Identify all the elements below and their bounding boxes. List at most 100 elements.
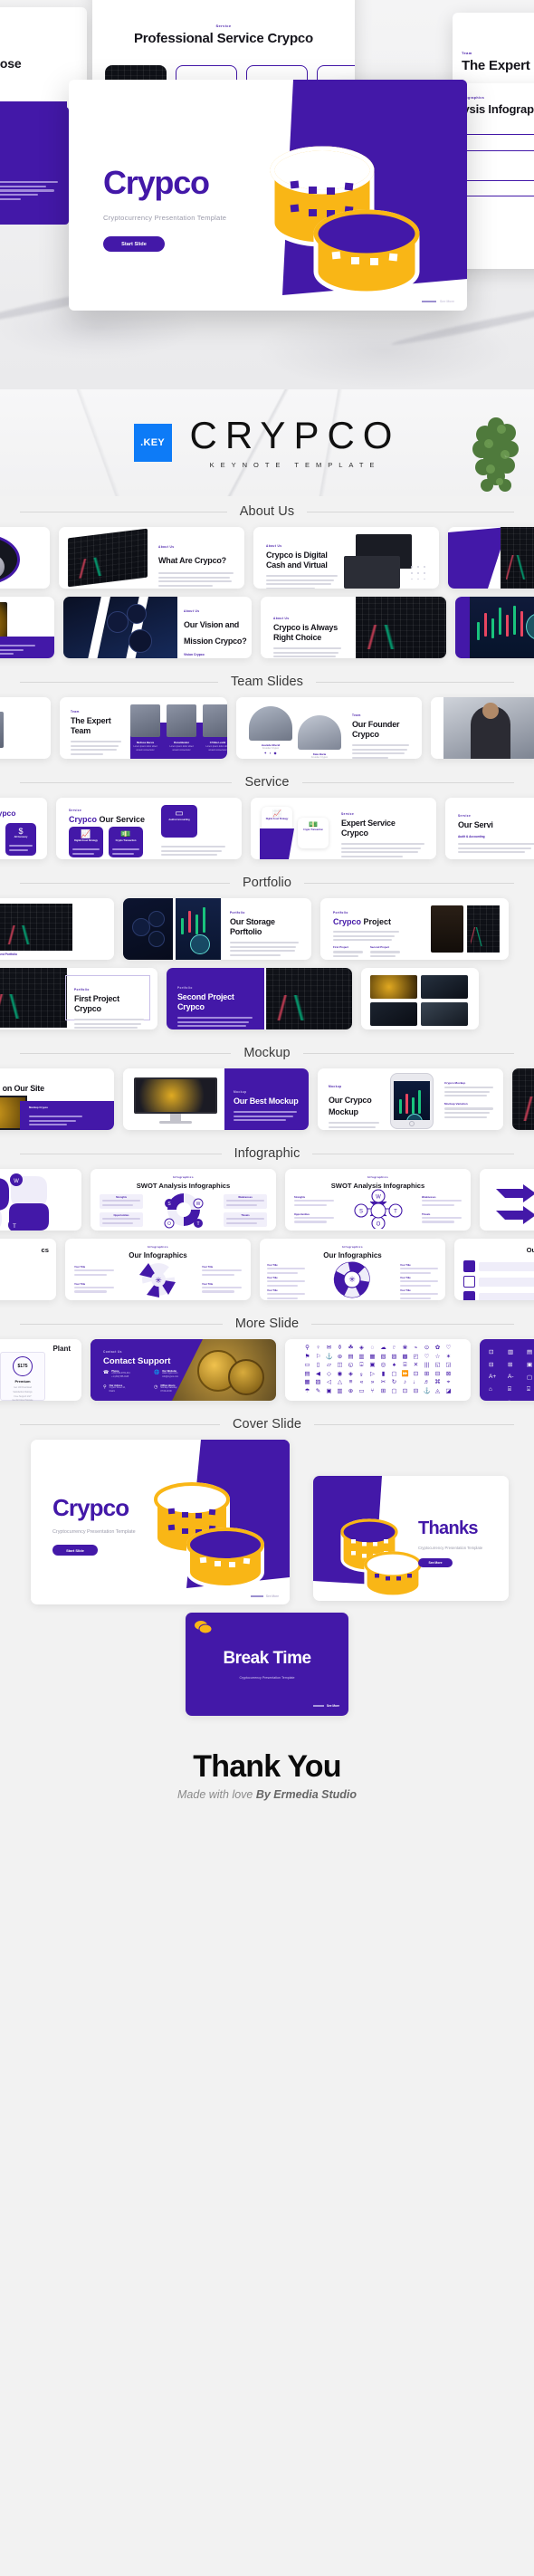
slide-team-member[interactable]: Hobbert Lefian Marketing Officer [0,697,51,759]
icon: ▤ [527,1349,533,1355]
slide-eyebrow: Portfolio [177,986,193,990]
clock-icon: ◷ [154,1384,158,1391]
slide-cover-main[interactable]: Crypco Cryptocurrency Presentation Templ… [31,1440,290,1604]
slide-vision-mission[interactable]: About Us Our Vision and Mission Crypco? … [63,597,252,658]
slide-title: Our Servi [458,820,493,829]
start-slide-button[interactable]: Start Slide [52,1545,98,1556]
slide-hex-left[interactable]: cs W T [0,1239,56,1300]
icon: ⊟ [434,1370,441,1377]
radial-icon-chart: ✳ [333,1261,370,1298]
icon: ⊙ [424,1345,430,1351]
svg-text:T: T [13,1224,16,1230]
slide-portfolio-grid[interactable] [361,968,479,1029]
phone-icon: ☎ [103,1370,110,1375]
slide-pricing-plan[interactable]: Plant $175 Premium Get 100 Download Sati… [0,1339,81,1401]
slide-crypco-digital-cash[interactable]: About Us Crypco is Digital Cash and Virt… [253,527,439,589]
slide-our-service-right[interactable]: Service Our Servi Audit & Accounting [445,798,534,859]
pin-icon: ⚲ [103,1384,107,1391]
svg-text:S: S [359,1210,363,1215]
slide-mockup-right[interactable] [512,1068,534,1130]
slide-icon-bubbles[interactable]: S W O T [0,1169,81,1231]
slide-trading-on-our-site[interactable]: Mockup rading on Our Site Mockup Crypco [0,1068,114,1130]
slide-eyebrow: Infographics [367,1175,388,1179]
slide-break-time[interactable]: Break Time Cryptocurrency Presentation T… [186,1613,348,1716]
divider-right [304,882,514,884]
icon: ▣ [326,1387,332,1394]
slide-what-are-crypco[interactable]: About Us What Are Crypco? [59,527,244,589]
slide-our-storage-portfolio[interactable]: Portfolio Our Storage Porftolio [123,898,311,960]
icon: A+ [489,1374,497,1380]
slide-crypco-project[interactable]: Portfolio Crypco Project First Project S… [320,898,509,960]
contact-value: Monday-Saturday 07:00-19:00 [160,1387,177,1393]
slide-arrow-right[interactable]: SW [480,1169,534,1231]
col-heading-1: First Project [333,945,348,950]
slide-icon-pack-purple[interactable]: ⊡▥▤◫▦ ⊟⊞▣◰◱ A+A-▢▨◉ ⌂⌸⌺◈◇ ▭▯▱◎◌ ◀▶⏸⏹⏺ [480,1339,534,1401]
section-header-portfolio: Portfolio [0,867,534,898]
slide-cover-thanks[interactable]: Thanks Cryptocurrency Presentation Templ… [313,1476,509,1601]
growth-icon: 📈 [272,809,281,818]
icon: ⌸ [403,1362,407,1368]
info-label: Your Title [202,1282,214,1286]
slide-icon-pack[interactable]: ⚲ ♀ ✉ ⚱ ☘ ◈ ◌ ☁ ♇ ❀ ⌁ ⊙ ✿ ♡ ⚑ ⚐ ⚓ ⊛ ▤ ▥ ▦ ▧ ▨ ▩ ◰ ♡ ☆ ✶ ▭ ▯ ▱ ◫ ◵ ⌺ ▣ ◎ ♠ ⌸… [285,1339,471,1401]
hero-cover-slide[interactable]: Crypco Cryptocurrency Presentation Templ… [69,80,467,311]
slide-second-project[interactable]: Portfolio Second Project Crypco [167,968,352,1029]
section-header-mockup: Mockup [0,1038,534,1068]
icon: ◵ [348,1362,354,1368]
see-more-label[interactable]: See More [266,1594,279,1598]
start-slide-button[interactable]: Start Slide [103,236,165,252]
divider-right [311,1323,514,1325]
see-more-button[interactable]: See More [418,1558,453,1567]
slide-swot-nodes[interactable]: Infographics SWOT Analysis Infographics … [285,1169,471,1231]
slide-speech-list[interactable]: Our In [454,1239,534,1300]
slide-our-best-mockup[interactable]: Mockup Our Best Mockup [123,1068,309,1130]
page-footer: Thank You Made with love By Ermedia Stud… [0,1724,534,1801]
slide-about-candles[interactable] [455,597,534,658]
slide-swot-donut[interactable]: Infographics SWOT Analysis Infographics … [91,1169,276,1231]
icon: ⊡ [489,1349,494,1355]
slide-about-purple-edge[interactable] [448,527,534,589]
icon: ▨ [315,1379,321,1385]
slide-title: Our Service [99,815,146,824]
slide-title-highlight: Crypco [341,828,368,838]
section-label: About Us [239,504,295,519]
slide-about-gold[interactable] [0,597,54,658]
icon: A- [508,1374,514,1380]
icon: ♀ [316,1345,320,1351]
slide-always-right-choice[interactable]: About Us Crypco is Always Right Choice [261,597,446,658]
swot-label: Weaknesses [422,1196,436,1199]
slide-radial-icons-infographics[interactable]: Infographics Our Infographics Your Title… [260,1239,445,1300]
slide-title: Crypco is Digital Cash and Virtual [266,551,328,570]
slide-expert-team[interactable]: Team The Expert Team Melissa Becca Lorem… [60,697,227,759]
see-more-label[interactable]: See More [327,1704,339,1708]
slide-portfolio-left[interactable]: od Best Portfolio [0,898,114,960]
card-label: Crypto Transaction [303,828,323,831]
slide-team-portrait[interactable] [431,697,534,759]
slide-eyebrow: Infographics [342,1245,363,1249]
icon: ⌁ [414,1345,418,1351]
cash-icon: 💵 [120,829,131,838]
slide-our-founder[interactable]: Juanide Ellerid Founder Crypco ✦ ▪ ◆ Kat… [236,697,422,759]
icon: ✉ [326,1345,332,1351]
slide-crypco-our-service[interactable]: Service Crypco Our Service 📈 Digital Ass… [56,798,242,859]
slide-service-left[interactable]: ice Crypco ▭ Audit & Accounting $ All Cu… [0,798,47,859]
slide-expert-service[interactable]: 📈 Digital Asset Strategy 💵 Crypto Transa… [251,798,436,859]
slide-about-coin[interactable] [0,527,50,589]
coin-stack-illustration [340,1518,422,1598]
icon: ✎ [315,1387,321,1394]
social-icons[interactable]: ✦ ▪ ◆ [249,751,292,755]
slide-pinwheel-infographics[interactable]: Infographics Our Infographics Your Title… [65,1239,251,1300]
icon: △ [338,1379,342,1385]
cover-title: Crypco [52,1494,129,1521]
hero-slide-title: Professional Service [133,31,268,46]
slide-our-crypco-mockup[interactable]: Mockup Our Crypco Mockup Crypco Mockup M… [318,1068,503,1130]
icon: ⌺ [359,1362,364,1368]
hero-slide-title: Project [0,145,69,161]
break-subtitle: Cryptocurrency Presentation Template [239,1676,295,1680]
slide-eyebrow: Portfolio [333,911,348,915]
icon: ♪ [403,1379,407,1385]
slide-first-project[interactable]: Portfolio First Project Crypco [0,968,157,1029]
portfolio-row-1: od Best Portfolio Portfolio Our Storage … [0,898,534,960]
icon: ▦ [369,1353,376,1360]
slide-contact-support[interactable]: Contact Us Contact Support ☎ Phone +(62)… [91,1339,276,1401]
globe-icon: 🌐 [154,1370,160,1375]
